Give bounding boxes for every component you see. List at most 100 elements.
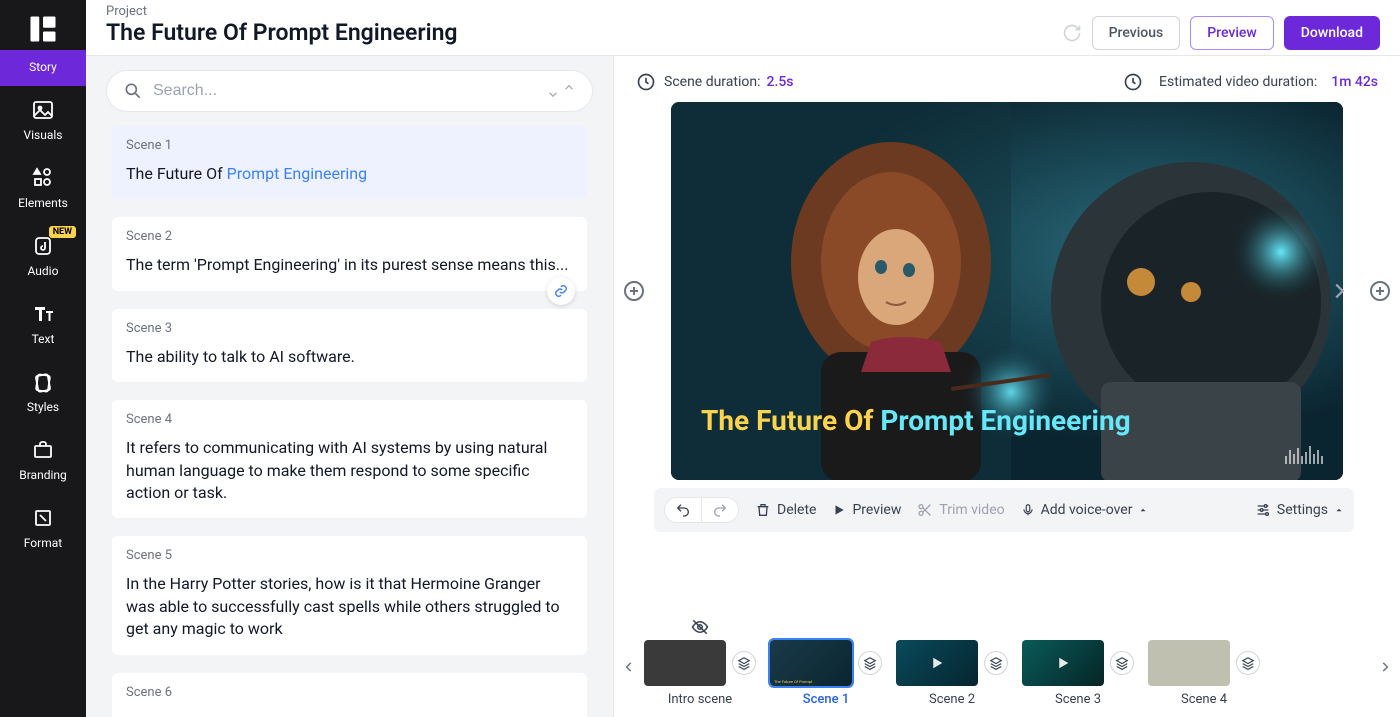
sidebar-tab-label: Elements — [18, 196, 68, 210]
sidebar-tab-text[interactable]: Text — [0, 290, 86, 358]
sidebar-tab-label: Styles — [27, 400, 59, 414]
clock-icon — [636, 72, 656, 92]
sidebar-tab-label: Visuals — [23, 128, 62, 142]
timeline-thumb[interactable] — [1022, 640, 1104, 686]
sidebar-tab-styles[interactable]: Styles — [0, 358, 86, 426]
briefcase-icon — [29, 436, 57, 464]
timeline-item: Scene 4 — [1148, 640, 1260, 707]
image-icon — [29, 96, 57, 124]
sidebar-tab-branding[interactable]: Branding — [0, 426, 86, 494]
project-label: Project — [106, 4, 458, 19]
sidebar-tab-visuals[interactable]: Visuals — [0, 86, 86, 154]
preview-scene-button[interactable]: Preview — [832, 502, 901, 518]
timeline-item: Scene 3 — [1022, 640, 1134, 707]
redo-button[interactable] — [702, 498, 738, 522]
timeline-label: Scene 2 — [929, 692, 975, 707]
add-scene-after-button[interactable] — [1368, 279, 1392, 303]
search-input[interactable] — [143, 82, 546, 100]
undo-button[interactable] — [665, 498, 702, 522]
timeline-label: Scene 1 — [803, 692, 849, 707]
shapes-icon — [29, 164, 57, 192]
layers-button[interactable] — [1236, 651, 1260, 675]
sidebar: Story Visuals Elements NEW Audio Text St… — [0, 0, 86, 717]
header: Project The Future Of Prompt Engineering… — [86, 0, 1400, 56]
undo-redo-group — [664, 497, 739, 523]
scene-text: It refers to communicating with AI syste… — [126, 437, 573, 504]
editor-toolbar: Delete Preview Trim video Add voice-over… — [654, 488, 1354, 532]
previous-button[interactable]: Previous — [1092, 16, 1181, 50]
canvas-title: The Future Of Prompt Engineering — [701, 401, 1131, 440]
scene-canvas[interactable]: The Future Of Prompt Engineering — [671, 102, 1343, 480]
video-duration-label: Estimated video duration: — [1159, 74, 1317, 90]
clock-icon — [1123, 72, 1143, 92]
timeline-label: Scene 4 — [1181, 692, 1227, 707]
crop-icon — [29, 504, 57, 532]
video-duration-value: 1m 42s — [1331, 74, 1378, 90]
timeline: Intro scene The Future Of Prompt Scene 1… — [614, 610, 1400, 717]
delete-button[interactable]: Delete — [755, 502, 816, 518]
timeline-label: Scene 3 — [1055, 692, 1101, 707]
scene-duration-label: Scene duration: — [664, 74, 760, 90]
editor-panel: Scene duration: 2.5s Estimated video dur… — [614, 56, 1400, 717]
timeline-thumb-intro[interactable] — [644, 640, 726, 686]
scene-card[interactable]: Scene 5 In the Harry Potter stories, how… — [112, 536, 587, 654]
sidebar-tab-format[interactable]: Format — [0, 494, 86, 562]
scene-duration-value: 2.5s — [766, 74, 793, 90]
sidebar-tab-label: Branding — [19, 468, 67, 482]
scene-card[interactable]: Scene 4 It refers to communicating with … — [112, 400, 587, 518]
text-icon — [29, 300, 57, 328]
timeline-thumb[interactable] — [1148, 640, 1230, 686]
timeline-prev-button[interactable] — [614, 640, 644, 674]
scene-card[interactable]: Scene 2 The term 'Prompt Engineering' in… — [112, 217, 587, 290]
scene-name: Scene 3 — [126, 321, 573, 336]
project-title: The Future Of Prompt Engineering — [106, 19, 458, 46]
link-scene-button[interactable] — [547, 277, 575, 305]
settings-button[interactable]: Settings — [1255, 502, 1344, 518]
canvas-area: The Future Of Prompt Engineering — [614, 102, 1400, 480]
visibility-off-icon[interactable] — [691, 618, 709, 636]
sidebar-tab-story[interactable]: Story — [0, 50, 86, 86]
add-voiceover-button[interactable]: Add voice-over — [1021, 502, 1149, 518]
timeline-next-button[interactable] — [1370, 640, 1400, 674]
scene-name: Scene 6 — [126, 685, 573, 700]
scene-card[interactable]: Scene 3 The ability to talk to AI softwa… — [112, 309, 587, 382]
scene-text: The term 'Prompt Engineering' in its pur… — [126, 254, 573, 276]
search-sort-icon[interactable] — [546, 84, 576, 98]
timeline-thumb[interactable] — [896, 640, 978, 686]
preview-button[interactable]: Preview — [1190, 16, 1274, 50]
app-logo-icon — [28, 14, 58, 44]
timeline-thumb[interactable]: The Future Of Prompt — [770, 640, 852, 686]
meta-row: Scene duration: 2.5s Estimated video dur… — [614, 56, 1400, 102]
sidebar-tab-label: Story — [29, 60, 57, 74]
timeline-item: Scene 2 — [896, 640, 1008, 707]
search-bar[interactable] — [106, 70, 593, 112]
timeline-item: Intro scene — [644, 640, 756, 707]
scene-list[interactable]: Scene 1 The Future Of Prompt Engineering… — [86, 126, 613, 717]
new-badge: NEW — [49, 226, 76, 238]
sidebar-tab-elements[interactable]: Elements — [0, 154, 86, 222]
scene-card[interactable]: Scene 6 — [112, 673, 587, 717]
layers-button[interactable] — [858, 651, 882, 675]
sidebar-tab-audio[interactable]: NEW Audio — [0, 222, 86, 290]
download-button[interactable]: Download — [1284, 16, 1380, 50]
search-icon — [123, 81, 143, 101]
scene-text: In the Harry Potter stories, how is it t… — [126, 573, 573, 640]
scene-name: Scene 1 — [126, 138, 573, 153]
scene-text: The ability to talk to AI software. — [126, 346, 573, 368]
sidebar-tab-label: Audio — [28, 264, 59, 278]
timeline-item: The Future Of Prompt Scene 1 — [770, 640, 882, 707]
scene-name: Scene 2 — [126, 229, 573, 244]
add-scene-before-button[interactable] — [622, 279, 646, 303]
sidebar-tab-label: Format — [24, 536, 62, 550]
sidebar-tab-label: Text — [32, 332, 55, 346]
scene-panel: Scene 1 The Future Of Prompt Engineering… — [86, 56, 614, 717]
audio-waveform-icon — [1285, 446, 1323, 464]
layers-button[interactable] — [1110, 651, 1134, 675]
layers-button[interactable] — [984, 651, 1008, 675]
sync-icon[interactable] — [1062, 23, 1082, 43]
scene-name: Scene 5 — [126, 548, 573, 563]
layers-button[interactable] — [732, 651, 756, 675]
next-scene-arrow[interactable] — [1328, 280, 1350, 302]
trim-video-button: Trim video — [917, 502, 1004, 518]
scene-card[interactable]: Scene 1 The Future Of Prompt Engineering — [112, 126, 587, 199]
